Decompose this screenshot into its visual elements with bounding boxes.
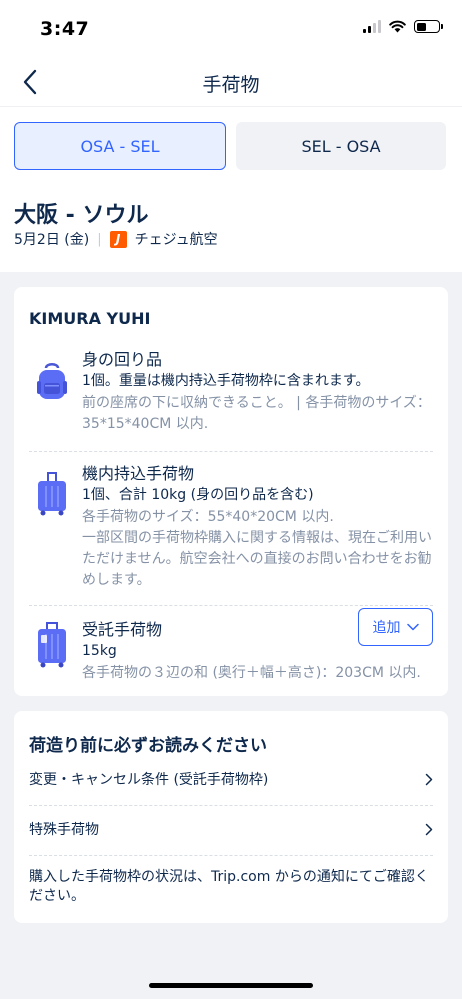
link-special-baggage[interactable]: 特殊手荷物 <box>29 819 433 839</box>
passenger-name: KIMURA YUHI <box>29 309 151 328</box>
chevron-right-icon <box>425 823 433 835</box>
info-divider <box>29 855 433 856</box>
flight-meta: 5月2日 (金) | J チェジュ航空 <box>14 229 218 249</box>
carry-on-suitcase-icon <box>38 472 66 516</box>
tab-sel-osa[interactable]: SEL - OSA <box>236 122 446 170</box>
tab-osa-sel[interactable]: OSA - SEL <box>14 122 226 170</box>
link-label: 変更・キャンセル条件 (受託手荷物枠) <box>29 772 269 788</box>
baggage-text: 機内持込手荷物 1個、合計 10kg (身の回り品を含む) 各手荷物のサイズ：5… <box>82 463 434 591</box>
status-time: 3:47 <box>40 18 90 40</box>
flight-date: 5月2日 (金) <box>14 232 90 248</box>
nav-divider <box>0 106 462 107</box>
airline-logo-icon: J <box>109 230 127 248</box>
link-change-cancel-conditions[interactable]: 変更・キャンセル条件 (受託手荷物枠) <box>29 769 433 789</box>
baggage-purchase-note: 一部区間の手荷物枠購入に関する情報は、現在ご利用いただけません。航空会社への直接… <box>82 530 432 588</box>
baggage-note: 各手荷物の３辺の和 (奥行＋幅＋高さ)：203CM 以内. <box>82 665 421 681</box>
add-checked-baggage-button[interactable]: 追加 <box>358 608 433 646</box>
baggage-text: 身の回り品 1個。重量は機内持込手荷物枠に含まれます。 前の座席の下に収納できる… <box>82 349 434 435</box>
baggage-allowance: 1個、合計 10kg (身の回り品を含む) <box>82 487 314 503</box>
chevron-right-icon <box>425 773 433 785</box>
packing-info-card: 荷造り前に必ずお読みください 変更・キャンセル条件 (受託手荷物枠) 特殊手荷物… <box>14 711 448 923</box>
meta-separator: | <box>97 231 102 247</box>
info-divider <box>29 805 433 806</box>
add-button-label: 追加 <box>372 620 401 636</box>
wifi-icon <box>389 20 406 33</box>
item-divider <box>29 451 433 452</box>
passenger-baggage-card: KIMURA YUHI 身の回り品 1個。重量は機内持込手荷物枠に含まれます。 … <box>14 287 448 696</box>
baggage-title: 機内持込手荷物 <box>82 464 195 483</box>
info-title: 荷造り前に必ずお読みください <box>29 736 267 756</box>
baggage-note: 各手荷物のサイズ：55*40*20CM 以内. <box>82 509 334 525</box>
status-icons <box>363 20 443 33</box>
page-title: 手荷物 <box>202 74 260 96</box>
baggage-note: 前の座席の下に収納できること。 | 各手荷物のサイズ：35*15*40CM 以内… <box>82 395 431 432</box>
baggage-title: 身の回り品 <box>82 350 163 369</box>
airline-name: チェジュ航空 <box>134 232 218 248</box>
route-title: 大阪 - ソウル <box>14 203 149 228</box>
home-indicator[interactable] <box>149 983 313 988</box>
backpack-icon <box>37 363 67 399</box>
checked-suitcase-icon <box>38 622 66 668</box>
signal-icon <box>363 20 381 33</box>
baggage-allowance: 1個。重量は機内持込手荷物枠に含まれます。 <box>82 373 370 389</box>
battery-icon <box>414 20 443 33</box>
chevron-down-icon <box>406 623 419 631</box>
link-label: 特殊手荷物 <box>29 822 99 838</box>
info-footer-text: 購入した手荷物枠の状況は、Trip.com からの通知にてご確認ください。 <box>29 869 429 904</box>
item-divider <box>29 605 433 606</box>
